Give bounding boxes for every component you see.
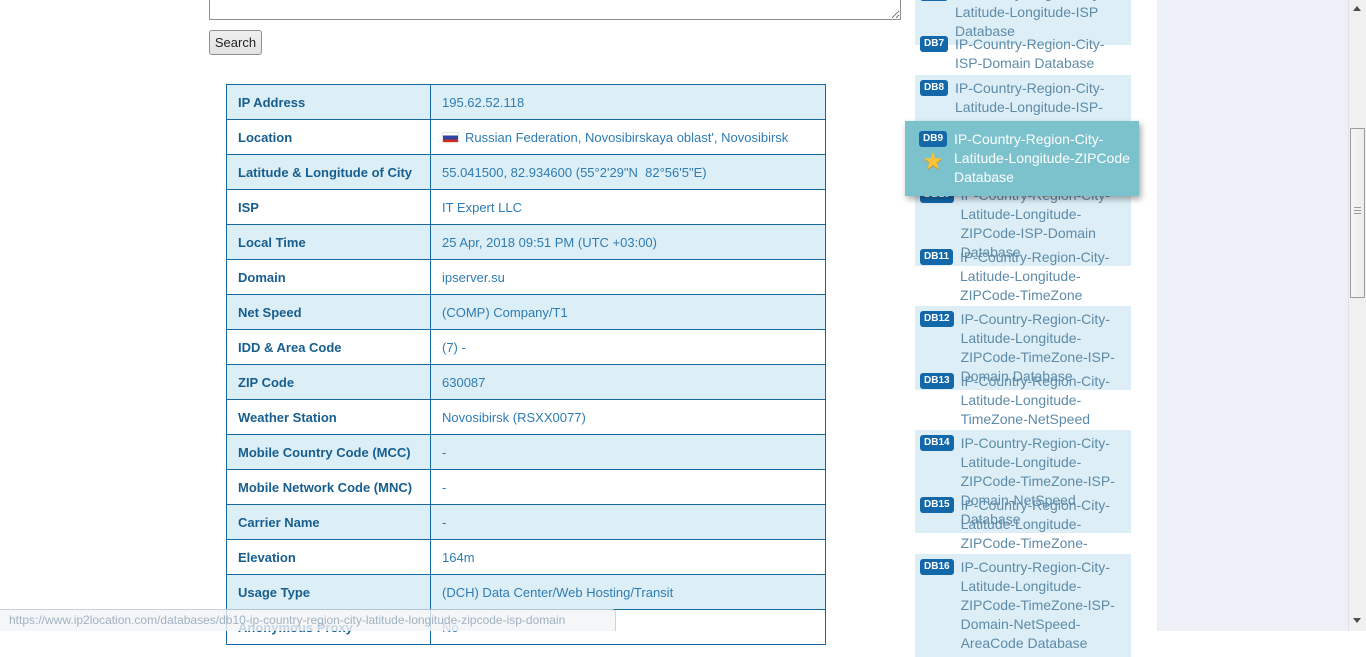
table-row: Domain ipserver.su (227, 260, 826, 295)
row-label: Location (227, 120, 431, 155)
row-label: ISP (227, 190, 431, 225)
row-label: Elevation (227, 540, 431, 575)
db15-badge: DB15 (920, 497, 954, 513)
table-row: Usage Type (DCH) Data Center/Web Hosting… (227, 575, 826, 610)
db7-badge: DB7 (920, 36, 948, 52)
db11-badge: DB11 (920, 249, 953, 265)
row-value: - (431, 470, 826, 505)
table-row: Weather Station Novosibirsk (RSXX0077) (227, 400, 826, 435)
sidebar-item-db16[interactable]: DB16 IP-Country-Region-City-Latitude-Lon… (915, 554, 1131, 657)
db16-badge: DB16 (920, 559, 954, 575)
row-value: (DCH) Data Center/Web Hosting/Transit (431, 575, 826, 610)
table-row: Mobile Country Code (MCC) - (227, 435, 826, 470)
vertical-scrollbar[interactable] (1348, 0, 1366, 631)
row-label: Local Time (227, 225, 431, 260)
sidebar-item-db9-highlighted[interactable]: DB9 ★ IP-Country-Region-City-Latitude-Lo… (905, 121, 1139, 196)
row-label: Usage Type (227, 575, 431, 610)
page-outer-background (1157, 0, 1348, 631)
sidebar-item-db7[interactable]: DB7 IP-Country-Region-City-ISP-Domain Da… (915, 31, 1131, 77)
db8-badge: DB8 (920, 80, 948, 96)
db13-badge: DB13 (920, 373, 954, 389)
row-label: ZIP Code (227, 365, 431, 400)
row-value: Novosibirsk (RSXX0077) (431, 400, 826, 435)
table-row: Latitude & Longitude of City 55.041500, … (227, 155, 826, 190)
row-value: (7) - (431, 330, 826, 365)
table-row: ISP IT Expert LLC (227, 190, 826, 225)
scroll-up-button[interactable] (1349, 0, 1366, 17)
row-value: 55.041500, 82.934600 (55°2'29"N 82°56'5"… (431, 155, 826, 190)
row-label: Mobile Country Code (MCC) (227, 435, 431, 470)
row-label: Carrier Name (227, 505, 431, 540)
row-label: Domain (227, 260, 431, 295)
table-row: Elevation 164m (227, 540, 826, 575)
row-value: (COMP) Company/T1 (431, 295, 826, 330)
db6-badge: DB6 (920, 0, 948, 1)
row-label: Latitude & Longitude of City (227, 155, 431, 190)
db9-badge: DB9 (919, 131, 947, 147)
status-bar-url-preview: https://www.ip2location.com/databases/db… (0, 609, 616, 631)
table-row: Local Time 25 Apr, 2018 09:51 PM (UTC +0… (227, 225, 826, 260)
sidebar-item-label: IP-Country-Region-City-Latitude-Longitud… (961, 558, 1126, 653)
ip-query-textarea[interactable] (209, 0, 901, 20)
sidebar-item-label: IP-Country-Region-City-Latitude-Longitud… (954, 130, 1133, 187)
ip-lookup-results-table: IP Address 195.62.52.118 Location Russia… (226, 84, 826, 645)
row-label: Weather Station (227, 400, 431, 435)
table-row: IDD & Area Code (7) - (227, 330, 826, 365)
table-row: Carrier Name - (227, 505, 826, 540)
scrollbar-thumb[interactable] (1350, 128, 1365, 298)
location-text: Russian Federation, Novosibirskaya oblas… (465, 130, 788, 145)
row-label: IP Address (227, 85, 431, 120)
row-value: 630087 (431, 365, 826, 400)
db12-badge: DB12 (920, 311, 954, 327)
db14-badge: DB14 (920, 435, 954, 451)
row-value: - (431, 435, 826, 470)
scroll-down-button[interactable] (1349, 612, 1366, 629)
row-label: IDD & Area Code (227, 330, 431, 365)
russia-flag-icon (442, 132, 459, 143)
row-value: - (431, 505, 826, 540)
row-value: ipserver.su (431, 260, 826, 295)
table-row: ZIP Code 630087 (227, 365, 826, 400)
row-value: IT Expert LLC (431, 190, 826, 225)
row-label: Mobile Network Code (MNC) (227, 470, 431, 505)
table-row: Net Speed (COMP) Company/T1 (227, 295, 826, 330)
table-row: Location Russian Federation, Novosibirsk… (227, 120, 826, 155)
row-value: 195.62.52.118 (431, 85, 826, 120)
arrow-up-icon (1353, 6, 1361, 11)
search-button[interactable]: Search (209, 30, 262, 55)
table-row: IP Address 195.62.52.118 (227, 85, 826, 120)
row-value: 164m (431, 540, 826, 575)
arrow-down-icon (1353, 618, 1361, 623)
table-row: Mobile Network Code (MNC) - (227, 470, 826, 505)
star-icon: ★ (922, 151, 944, 173)
database-list-sidebar: DB6 IP-Country-Region-City-Latitude-Long… (905, 0, 1157, 631)
row-value: 25 Apr, 2018 09:51 PM (UTC +03:00) (431, 225, 826, 260)
sidebar-item-label: IP-Country-Region-City-ISP-Domain Databa… (955, 35, 1126, 73)
row-label: Net Speed (227, 295, 431, 330)
row-value: Russian Federation, Novosibirskaya oblas… (431, 120, 826, 155)
